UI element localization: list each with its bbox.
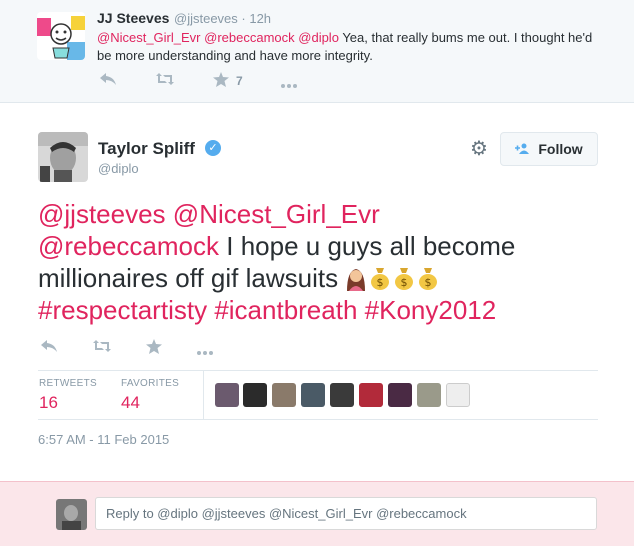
favoriter-avatar[interactable] bbox=[388, 383, 412, 407]
money-bag-icon: $ bbox=[417, 265, 439, 291]
favoriter-avatar[interactable] bbox=[272, 383, 296, 407]
favoriter-avatar[interactable] bbox=[446, 383, 470, 407]
money-bag-icon: $ bbox=[393, 265, 415, 291]
mention-link[interactable]: @Nicest_Girl_Evr bbox=[97, 30, 201, 45]
favoriter-avatar[interactable] bbox=[330, 383, 354, 407]
woman-emoji-icon bbox=[345, 265, 367, 291]
mention-link[interactable]: @jjsteeves bbox=[38, 199, 166, 229]
tweet-text: @jjsteeves @Nicest_Girl_Evr @rebeccamock… bbox=[38, 198, 598, 326]
favoriter-avatar[interactable] bbox=[417, 383, 441, 407]
favoriter-avatar[interactable] bbox=[243, 383, 267, 407]
retweet-icon[interactable] bbox=[155, 72, 175, 89]
svg-text:$: $ bbox=[401, 276, 408, 289]
tweet-line: millionaires off gif lawsuits $ $ $ bbox=[38, 262, 598, 294]
tweet-line: #respectartisty #icantbreath #Kony2012 bbox=[38, 294, 598, 326]
gear-icon[interactable]: ⚙ bbox=[468, 138, 490, 160]
follow-button[interactable]: Follow bbox=[500, 132, 598, 166]
svg-text:$: $ bbox=[377, 276, 384, 289]
parent-time-ago[interactable]: · 12h bbox=[241, 11, 271, 26]
verified-badge-icon: ✓ bbox=[205, 140, 221, 156]
stats-divider bbox=[203, 371, 204, 419]
follow-label: Follow bbox=[538, 141, 583, 157]
tweet-line: @rebeccamock I hope u guys all become bbox=[38, 230, 598, 262]
retweets-label: RETWEETS bbox=[39, 378, 97, 389]
favorite-count: 7 bbox=[236, 74, 243, 88]
favorites-label: FAVORITES bbox=[121, 378, 180, 389]
favorites-count[interactable]: 44 bbox=[121, 393, 140, 413]
parent-author-meta[interactable]: @jjsteeves · 12h bbox=[174, 11, 271, 26]
parent-tweet-actions: 7 bbox=[97, 72, 327, 92]
tweet-line: @jjsteeves @Nicest_Girl_Evr bbox=[38, 198, 598, 230]
star-icon[interactable] bbox=[213, 72, 229, 90]
tweet-body-text: I hope u guys all become bbox=[226, 231, 516, 261]
money-bag-icon: $ bbox=[369, 265, 391, 291]
tweet-actions bbox=[40, 339, 280, 361]
more-icon[interactable] bbox=[280, 76, 298, 92]
author-avatar[interactable] bbox=[38, 132, 88, 182]
follow-person-icon bbox=[515, 143, 532, 157]
favoriter-avatar[interactable] bbox=[301, 383, 325, 407]
svg-text:$: $ bbox=[425, 276, 432, 289]
reply-input[interactable]: Reply to @diplo @jjsteeves @Nicest_Girl_… bbox=[95, 497, 597, 530]
parent-author-name[interactable]: JJ Steeves bbox=[97, 10, 169, 26]
hashtag-link[interactable]: #respectartisty bbox=[38, 295, 207, 325]
retweet-icon[interactable] bbox=[92, 339, 112, 356]
parent-author-avatar[interactable] bbox=[37, 12, 85, 60]
mention-link[interactable]: @rebeccamock bbox=[204, 30, 295, 45]
reply-icon[interactable] bbox=[99, 72, 117, 89]
author-handle[interactable]: @diplo bbox=[98, 161, 139, 176]
author-name[interactable]: Taylor Spliff bbox=[98, 139, 195, 159]
parent-tweet-text: @Nicest_Girl_Evr @rebeccamock @diplo Yea… bbox=[97, 29, 597, 65]
reply-icon[interactable] bbox=[40, 339, 58, 356]
retweets-count[interactable]: 16 bbox=[39, 393, 58, 413]
favoriter-avatar[interactable] bbox=[359, 383, 383, 407]
favoriter-avatar[interactable] bbox=[215, 383, 239, 407]
tweet-stats: RETWEETS 16 FAVORITES 44 bbox=[38, 370, 598, 420]
parent-author-handle[interactable]: @jjsteeves bbox=[174, 11, 238, 26]
current-user-avatar bbox=[56, 499, 87, 530]
mention-link[interactable]: @rebeccamock bbox=[38, 231, 219, 261]
star-icon[interactable] bbox=[146, 339, 162, 357]
hashtag-link[interactable]: #icantbreath bbox=[214, 295, 357, 325]
mention-link[interactable]: @diplo bbox=[298, 30, 339, 45]
hashtag-link[interactable]: #Kony2012 bbox=[365, 295, 497, 325]
more-icon[interactable] bbox=[196, 343, 214, 359]
mention-link[interactable]: @Nicest_Girl_Evr bbox=[173, 199, 380, 229]
tweet-timestamp[interactable]: 6:57 AM - 11 Feb 2015 bbox=[38, 432, 169, 447]
tweet-body-text: millionaires off gif lawsuits bbox=[38, 263, 339, 293]
